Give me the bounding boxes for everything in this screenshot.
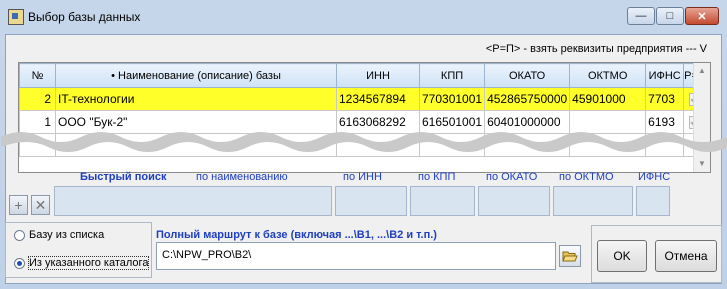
row-num: 2 xyxy=(19,87,56,111)
row-inn: 1234567894 xyxy=(336,87,420,111)
search-by-inn-label: по ИНН xyxy=(343,171,382,183)
search-inn-input[interactable] xyxy=(335,186,407,216)
cancel-button[interactable]: Отмена xyxy=(655,240,717,272)
table-header-row: № • Наименование (описание) базы ИНН КПП… xyxy=(19,63,707,88)
search-by-oktmo-label: по ОКТМО xyxy=(559,171,614,183)
requisites-hint: <Р=П> - взять реквизиты предприятия --- … xyxy=(485,43,707,55)
maximize-button[interactable]: □ xyxy=(656,7,684,25)
from-list-label[interactable]: Базу из списка xyxy=(29,229,104,241)
col-header-okato[interactable]: ОКАТО xyxy=(484,63,571,88)
source-radio-group: Базу из списка Из указанного каталога xyxy=(5,222,152,278)
minimize-button[interactable]: — xyxy=(627,7,655,25)
screenshot-tear-effect xyxy=(1,132,727,152)
col-header-ifns[interactable]: ИФНС xyxy=(645,63,685,88)
from-list-radio[interactable] xyxy=(14,230,25,241)
row-ifns: 7703 xyxy=(645,87,685,111)
col-header-kpp[interactable]: КПП xyxy=(418,63,486,88)
scroll-up-arrow-icon[interactable]: ▲ xyxy=(698,66,706,75)
browse-folder-button[interactable] xyxy=(559,245,581,267)
path-input[interactable]: C:\NPW_PRO\B2\ xyxy=(156,242,556,270)
window-title: Выбор базы данных xyxy=(28,10,141,24)
search-by-kpp-label: по КПП xyxy=(418,171,456,183)
search-by-ifns-label: ИФНС xyxy=(638,171,671,183)
ok-button[interactable]: OK xyxy=(597,240,647,272)
search-okato-input[interactable] xyxy=(478,186,550,216)
close-button[interactable]: ✕ xyxy=(685,7,719,25)
remove-button[interactable]: ✕ xyxy=(31,195,50,215)
grid-vertical-scrollbar[interactable]: ▲ ▼ xyxy=(693,63,710,172)
col-header-oktmo[interactable]: ОКТМО xyxy=(569,63,647,88)
search-ifns-input[interactable] xyxy=(636,186,670,216)
search-name-input[interactable] xyxy=(54,186,332,216)
col-header-num[interactable]: № xyxy=(19,63,56,88)
row-okato: 452865750000 xyxy=(484,87,571,111)
search-by-okato-label: по ОКАТО xyxy=(486,171,538,183)
col-header-name[interactable]: • Наименование (описание) базы xyxy=(55,63,337,88)
search-oktmo-input[interactable] xyxy=(553,186,633,216)
from-folder-label[interactable]: Из указанного каталога xyxy=(27,256,150,270)
row-kpp: 770301001 xyxy=(418,87,486,111)
table-row[interactable]: 2 IT-технологии 1234567894 770301001 452… xyxy=(19,87,707,111)
row-name: IT-технологии xyxy=(55,87,337,111)
search-kpp-input[interactable] xyxy=(410,186,475,216)
from-folder-radio[interactable] xyxy=(14,258,25,269)
quick-search-title: Быстрый поиск xyxy=(80,171,167,183)
folder-open-icon xyxy=(562,251,578,262)
scroll-down-arrow-icon[interactable]: ▼ xyxy=(698,159,706,168)
search-by-name-label: по наименованию xyxy=(196,171,288,183)
dialog-window: Выбор базы данных — □ ✕ <Р=П> - взять ре… xyxy=(0,0,727,289)
col-header-inn[interactable]: ИНН xyxy=(336,63,420,88)
database-app-icon xyxy=(8,9,24,25)
row-oktmo: 45901000 xyxy=(569,87,647,111)
add-button[interactable]: + xyxy=(9,195,28,215)
path-title: Полный маршрут к базе (включая ...\B1, .… xyxy=(156,229,437,241)
title-bar[interactable]: Выбор базы данных — □ ✕ xyxy=(0,0,727,34)
database-grid[interactable]: № • Наименование (описание) базы ИНН КПП… xyxy=(18,62,711,173)
